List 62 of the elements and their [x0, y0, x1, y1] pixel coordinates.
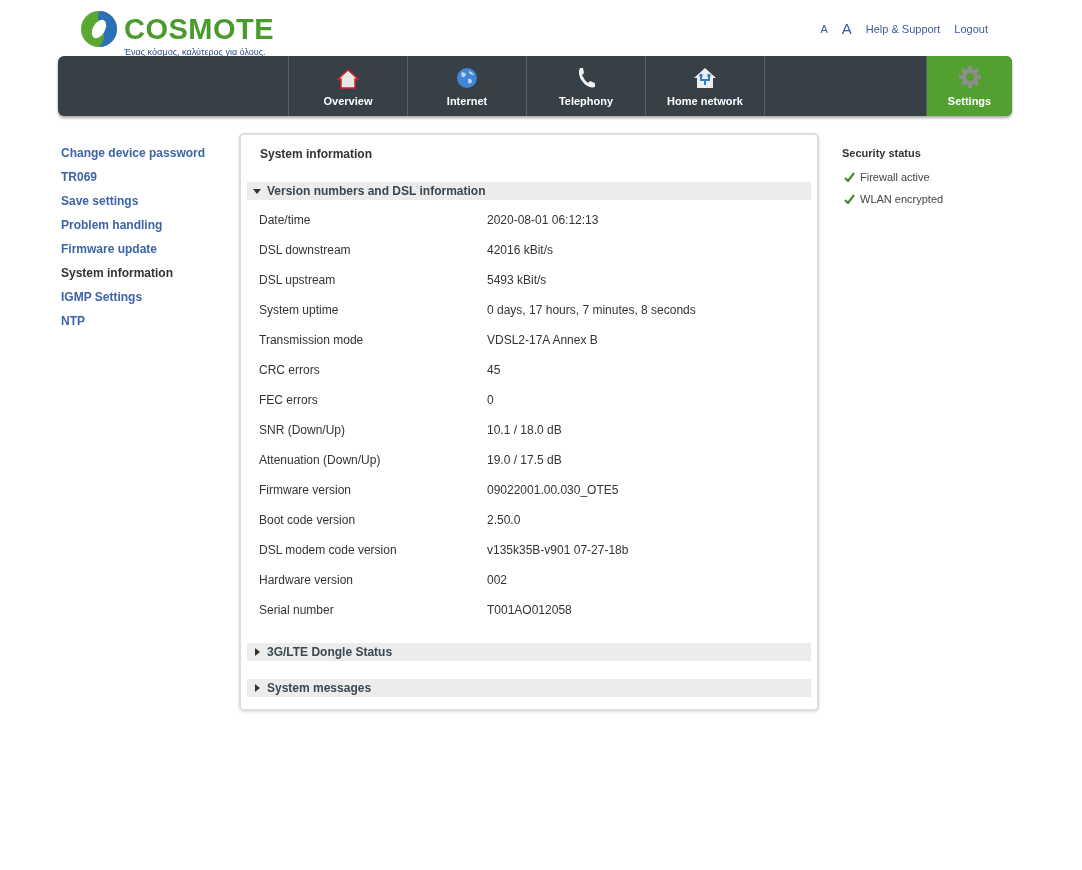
sidebar-item[interactable]: Save settings [61, 193, 239, 209]
section-header[interactable]: Version numbers and DSL information [247, 182, 811, 200]
field-label: Attenuation (Down/Up) [259, 453, 382, 467]
panel-title: System information [260, 147, 374, 161]
tagline: Ένας κόσμος, καλύτερος για όλους. [124, 47, 267, 57]
home-network-icon [693, 67, 717, 89]
field-value: 19.0 / 17.5 dB [487, 453, 562, 467]
font-larger-link[interactable]: A [841, 20, 852, 37]
field-label: CRC errors [259, 363, 321, 377]
nav-tab[interactable]: Overview [289, 56, 408, 116]
sidebar-item[interactable]: NTP [61, 313, 239, 329]
field-label: FEC errors [259, 393, 319, 407]
field-label: DSL modem code version [259, 543, 398, 557]
header-link[interactable]: Logout [954, 22, 988, 35]
field-label: System uptime [259, 303, 340, 317]
sidebar-item[interactable]: Firmware update [61, 241, 239, 257]
field-value: 42016 kBit/s [487, 243, 554, 257]
field-value: 002 [487, 573, 508, 587]
nav-tab[interactable]: Home network [646, 56, 765, 116]
caret-down-icon [253, 187, 261, 195]
globe-icon [456, 67, 478, 89]
header-link[interactable]: Help & Support [865, 22, 941, 35]
field-label: Date/time [259, 213, 312, 227]
sidebar-item[interactable]: Change device password [61, 145, 239, 161]
sidebar-item[interactable]: TR069 [61, 169, 239, 185]
field-value: 0 [487, 393, 494, 407]
field-label: DSL downstream [259, 243, 352, 257]
settings-icon [957, 65, 982, 89]
field-value: 0 days, 17 hours, 7 minutes, 8 seconds [487, 303, 696, 317]
caret-right-icon [253, 648, 261, 656]
brand-name: COSMOTE [124, 14, 275, 44]
field-value: T001AO012058 [487, 603, 572, 617]
field-label: Transmission mode [259, 333, 365, 347]
sidebar-item[interactable]: System information [61, 265, 239, 281]
sidebar-item[interactable]: IGMP Settings [61, 289, 239, 305]
field-label: DSL upstream [259, 273, 337, 287]
field-value: VDSL2-17A Annex B [487, 333, 598, 347]
logo-icon [80, 10, 118, 48]
field-value: 2.50.0 [487, 513, 521, 527]
section-header[interactable]: 3G/LTE Dongle Status [247, 643, 811, 661]
field-value: 5493 kBit/s [487, 273, 547, 287]
field-label: SNR (Down/Up) [259, 423, 346, 437]
sidebar-item[interactable]: Problem handling [61, 217, 239, 233]
field-label: Boot code version [259, 513, 357, 527]
nav-tab[interactable]: Internet [408, 56, 527, 116]
font-smaller-link[interactable]: A [820, 22, 828, 35]
nav-tab[interactable]: Telephony [527, 56, 646, 116]
phone-icon [576, 67, 596, 89]
house-icon [337, 69, 359, 89]
caret-right-icon [253, 684, 261, 692]
field-label: Hardware version [259, 573, 355, 587]
field-value: v135k35B-v901 07-27-18b [487, 543, 629, 557]
section-header[interactable]: System messages [247, 679, 811, 697]
security-item: WLAN encrypted [860, 193, 944, 205]
security-status-title: Security status [842, 147, 922, 159]
field-value: 2020-08-01 06:12:13 [487, 213, 599, 227]
field-value: 09022001.00.030_OTE5 [487, 483, 619, 497]
field-value: 10.1 / 18.0 dB [487, 423, 562, 437]
security-item: Firewall active [860, 171, 930, 183]
field-label: Firmware version [259, 483, 352, 497]
field-value: 45 [487, 363, 501, 377]
field-label: Serial number [259, 603, 335, 617]
